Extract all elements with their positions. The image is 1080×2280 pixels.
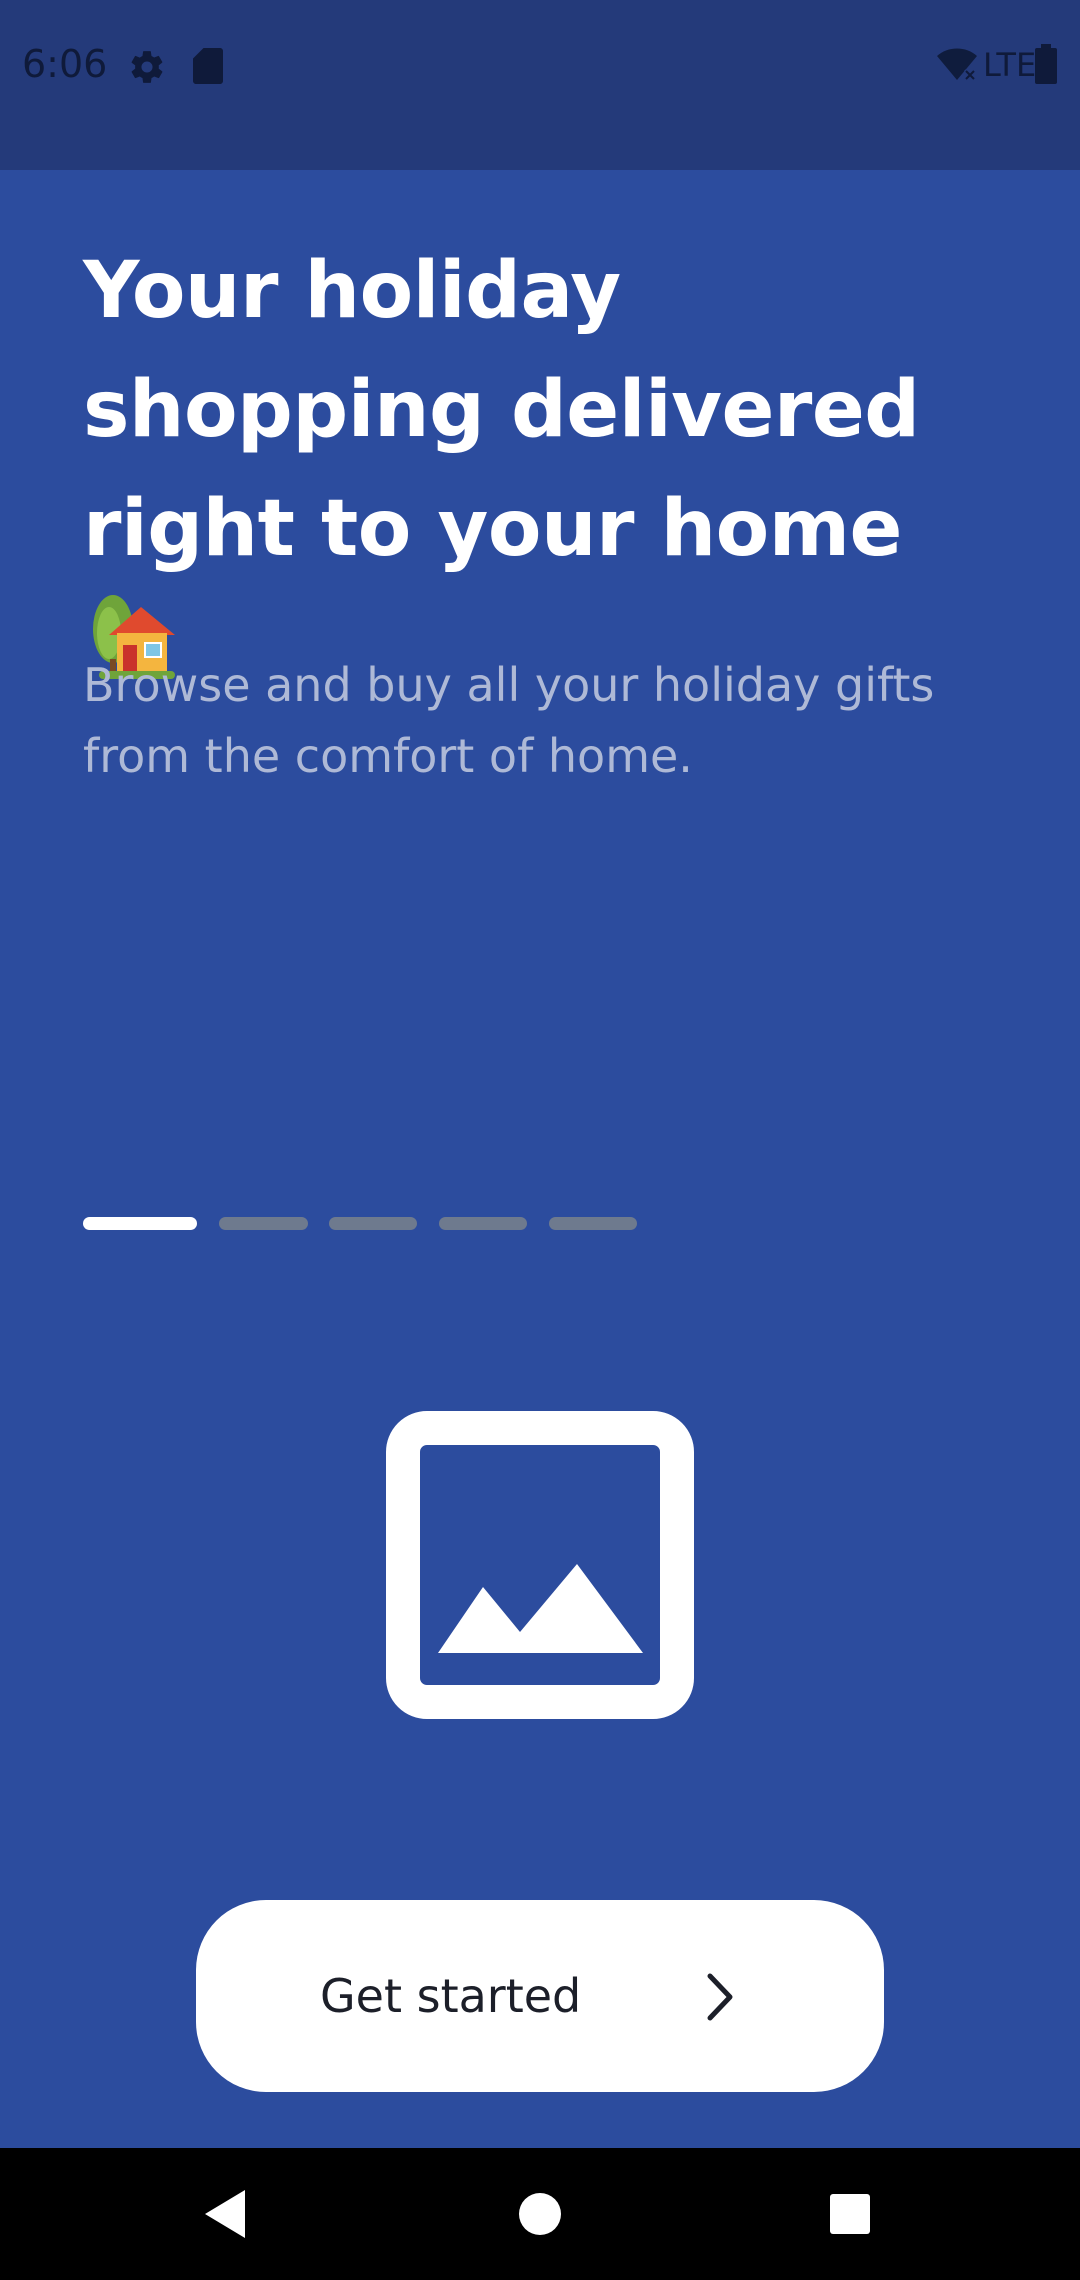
page-dot-5[interactable] (549, 1217, 637, 1230)
wifi-icon (935, 46, 979, 86)
sd-card-icon (192, 48, 224, 88)
chevron-right-icon (704, 1972, 734, 2022)
back-icon[interactable] (165, 2148, 285, 2280)
image-placeholder-icon (385, 1410, 695, 1720)
get-started-button[interactable]: Get started (196, 1900, 884, 2092)
status-bar: 6:06 LTE (0, 0, 1080, 170)
onboarding-headline: Your holiday shopping delivered right to… (83, 232, 1013, 719)
gear-icon (128, 48, 166, 90)
page-dot-4[interactable] (439, 1217, 527, 1230)
onboarding-subtext: Browse and buy all your holiday gifts fr… (83, 658, 935, 783)
network-type: LTE (983, 46, 1037, 84)
home-icon[interactable] (480, 2148, 600, 2280)
onboarding-screen: 6:06 LTE Your holiday shopping delivered… (0, 0, 1080, 2280)
recents-icon[interactable] (790, 2148, 910, 2280)
get-started-label: Get started (320, 1969, 582, 2023)
battery-icon (1035, 44, 1057, 88)
page-dot-1[interactable] (83, 1217, 197, 1230)
headline-text: Your holiday shopping delivered right to… (83, 246, 920, 574)
page-dot-2[interactable] (219, 1217, 308, 1230)
status-time: 6:06 (22, 42, 108, 86)
navigation-bar (0, 2148, 1080, 2280)
page-dot-3[interactable] (329, 1217, 417, 1230)
